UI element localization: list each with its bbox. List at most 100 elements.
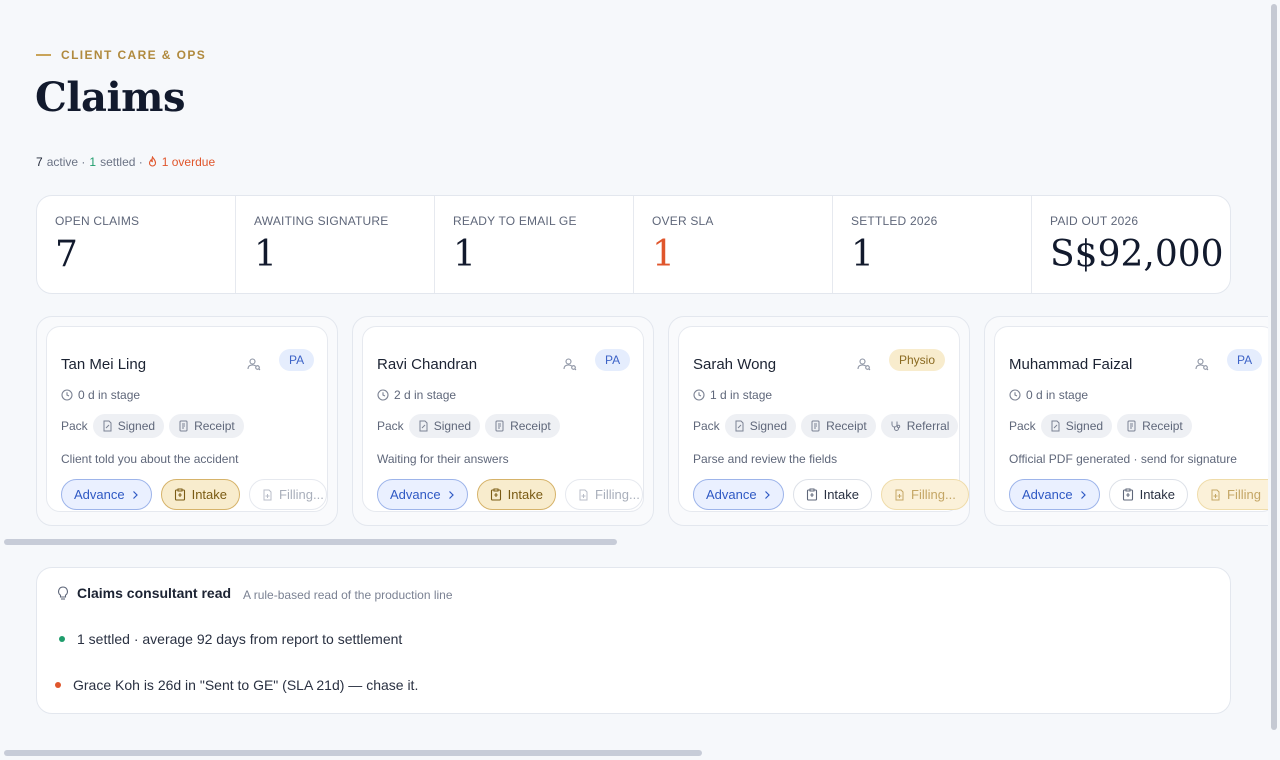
board-horizontal-scrollbar[interactable] <box>4 539 617 545</box>
intake-button[interactable]: Intake <box>1108 479 1189 510</box>
advance-button[interactable]: Advance <box>1009 479 1100 510</box>
doc-plus-icon <box>578 489 589 501</box>
claim-type-badge: PA <box>1227 349 1263 371</box>
advance-label: Advance <box>1022 487 1073 502</box>
advance-label: Advance <box>390 487 441 502</box>
vertical-scrollbar-thumb[interactable] <box>1271 4 1277 730</box>
intake-button[interactable]: Intake <box>476 479 557 510</box>
intake-button[interactable]: Intake <box>160 479 241 510</box>
stats-strip: OPEN CLAIMS 7 AWAITING SIGNATURE 1 READY… <box>36 195 1231 294</box>
active-count: 7 <box>36 155 43 169</box>
stage-text: 0 d in stage <box>78 388 141 402</box>
pack-chip-receipt[interactable]: Receipt <box>801 414 876 438</box>
stat-label: AWAITING SIGNATURE <box>254 214 389 228</box>
filling-button[interactable]: Filling... <box>249 479 328 510</box>
vertical-scrollbar[interactable] <box>1268 0 1280 760</box>
chip-label: Referral <box>906 419 950 433</box>
clock-icon <box>61 389 73 401</box>
stat-paid-out: PAID OUT 2026 S$92,000 <box>1032 196 1230 293</box>
filling-label: Filling <box>1227 487 1261 502</box>
client-name: Muhammad Faizal <box>1009 356 1133 373</box>
eyebrow-label: CLIENT CARE & OPS <box>61 48 207 62</box>
page-horizontal-scrollbar[interactable] <box>4 750 702 756</box>
next-step-note: Official PDF generated · send for signat… <box>1009 452 1237 466</box>
claim-type-badge: PA <box>595 349 631 371</box>
stage-text: 0 d in stage <box>1026 388 1089 402</box>
assign-user-icon[interactable] <box>1195 357 1209 371</box>
card-actions: Advance Intake Filling <box>1009 479 1268 510</box>
section-eyebrow: CLIENT CARE & OPS <box>36 48 206 62</box>
stage-duration: 0 d in stage <box>1009 388 1088 402</box>
overdue-label: 1 overdue <box>161 155 216 169</box>
chip-label: Receipt <box>826 419 867 433</box>
claim-column: Ravi Chandran PA 2 d in stage Pack Signe… <box>352 316 688 526</box>
pack-chip-receipt[interactable]: Receipt <box>169 414 244 438</box>
pack-chip-referral[interactable]: Referral <box>880 414 959 438</box>
receipt-icon <box>1126 420 1137 432</box>
intake-label: Intake <box>1139 487 1176 502</box>
stat-value: 1 <box>652 234 675 275</box>
chevron-right-icon <box>1079 490 1087 500</box>
claims-summary: 7 active · 1 settled · 1 overdue <box>36 155 215 169</box>
chip-label: Signed <box>117 419 156 433</box>
receipt-icon <box>810 420 821 432</box>
intake-label: Intake <box>823 487 860 502</box>
pack-chip-signed[interactable]: Signed <box>1040 414 1113 438</box>
page-title: Claims <box>35 74 186 121</box>
stat-open-claims: OPEN CLAIMS 7 <box>37 196 236 293</box>
stethoscope-icon <box>890 420 902 432</box>
document-pack: Pack Signed Receipt Referral <box>693 414 959 438</box>
pack-chip-signed[interactable]: Signed <box>408 414 481 438</box>
filling-button[interactable]: Filling... <box>565 479 644 510</box>
stage-text: 1 d in stage <box>710 388 773 402</box>
filling-label: Filling... <box>595 487 640 502</box>
assign-user-icon[interactable] <box>857 357 871 371</box>
advance-button[interactable]: Advance <box>377 479 468 510</box>
advance-button[interactable]: Advance <box>61 479 152 510</box>
clipboard-icon <box>806 488 818 501</box>
pack-chip-receipt[interactable]: Receipt <box>485 414 560 438</box>
pack-chip-signed[interactable]: Signed <box>92 414 165 438</box>
chevron-right-icon <box>131 490 139 500</box>
advance-button[interactable]: Advance <box>693 479 784 510</box>
filling-button[interactable]: Filling... <box>881 479 970 510</box>
pack-label: Pack <box>377 419 404 433</box>
claim-card[interactable]: Ravi Chandran PA 2 d in stage Pack Signe… <box>362 326 644 512</box>
chevron-right-icon <box>763 490 771 500</box>
chip-label: Signed <box>433 419 472 433</box>
stat-label: OVER SLA <box>652 214 714 228</box>
doc-plus-icon <box>262 489 273 501</box>
settled-count: 1 <box>89 155 97 169</box>
chip-label: Signed <box>1065 419 1104 433</box>
claims-board[interactable]: Tan Mei Ling PA 0 d in stage Pack Signed… <box>36 316 1268 526</box>
flame-icon <box>147 156 158 168</box>
pack-label: Pack <box>61 419 88 433</box>
claim-column: Muhammad Faizal PA 0 d in stage Pack Sig… <box>984 316 1268 526</box>
pack-chip-receipt[interactable]: Receipt <box>1117 414 1192 438</box>
stage-duration: 1 d in stage <box>693 388 772 402</box>
claim-card[interactable]: Tan Mei Ling PA 0 d in stage Pack Signed… <box>46 326 328 512</box>
signature-doc-icon <box>102 420 113 432</box>
claim-type-badge: Physio <box>889 349 946 371</box>
assign-user-icon[interactable] <box>247 357 261 371</box>
chip-label: Receipt <box>1142 419 1183 433</box>
stat-value: 1 <box>453 234 476 275</box>
filling-button[interactable]: Filling <box>1197 479 1268 510</box>
consultant-subtitle: A rule-based read of the production line <box>243 588 453 602</box>
stage-text: 2 d in stage <box>394 388 457 402</box>
pack-chip-signed[interactable]: Signed <box>724 414 797 438</box>
consultant-title: Claims consultant read <box>77 585 232 601</box>
intake-button[interactable]: Intake <box>792 479 873 510</box>
pack-label: Pack <box>1009 419 1036 433</box>
assign-user-icon[interactable] <box>563 357 577 371</box>
stat-settled: SETTLED 2026 1 <box>833 196 1032 293</box>
status-dot-green <box>59 636 65 642</box>
next-step-note: Client told you about the accident <box>61 452 239 466</box>
claim-card[interactable]: Muhammad Faizal PA 0 d in stage Pack Sig… <box>994 326 1268 512</box>
document-pack: Pack Signed Receipt <box>61 414 244 438</box>
claim-card[interactable]: Sarah Wong Physio 1 d in stage Pack Sign… <box>678 326 970 512</box>
document-pack: Pack Signed Receipt <box>1009 414 1192 438</box>
claim-column: Sarah Wong Physio 1 d in stage Pack Sign… <box>668 316 1004 526</box>
insight-item: 1 settled · average 92 days from report … <box>59 631 402 647</box>
clipboard-icon <box>174 488 186 501</box>
